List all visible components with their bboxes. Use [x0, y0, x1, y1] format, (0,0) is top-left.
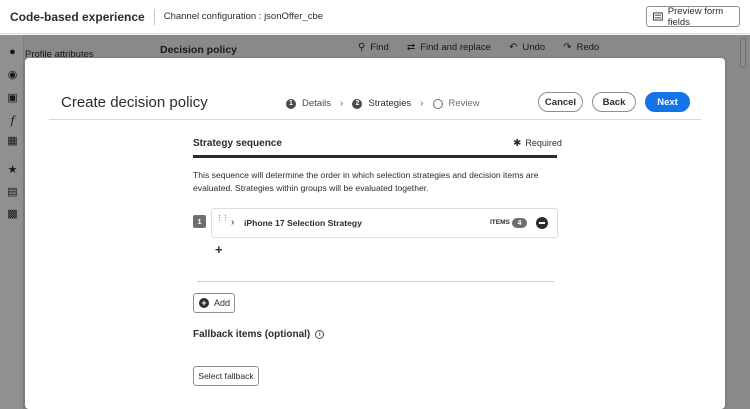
form-fields-icon	[653, 12, 663, 21]
section-underline	[193, 155, 557, 158]
add-button[interactable]: + Add	[193, 293, 235, 313]
strategy-sequence-title: Strategy sequence	[193, 138, 282, 149]
app-title: Code-based experience	[10, 9, 145, 24]
title-divider	[153, 8, 155, 25]
items-count-badge: 4	[512, 218, 527, 228]
chevron-right-icon: ›	[420, 98, 424, 109]
stepper: 1 Details › 2 Strategies › Review	[286, 98, 480, 109]
dialog-title: Create decision policy	[61, 94, 208, 111]
back-button[interactable]: Back	[592, 92, 636, 112]
header-divider	[49, 119, 701, 120]
step-label: Strategies	[368, 98, 412, 109]
add-label: Add	[214, 298, 231, 308]
add-circle-icon: +	[199, 298, 209, 308]
preview-form-fields-button[interactable]: Preview form fields	[646, 5, 740, 28]
channel-configuration: Channel configuration : jsonOffer_cbe	[163, 11, 324, 22]
required-indicator: ✱ Required	[513, 138, 562, 149]
step-strategies[interactable]: 2 Strategies	[352, 98, 411, 109]
fallback-items-label: Fallback items (optional)	[193, 329, 311, 340]
asterisk-icon: ✱	[513, 138, 522, 149]
fallback-items-title: Fallback items (optional) i	[193, 329, 325, 340]
select-fallback-button[interactable]: Select fallback	[193, 366, 259, 386]
step-number: 2	[352, 98, 363, 109]
info-icon[interactable]: i	[315, 330, 325, 339]
step-review[interactable]: Review	[432, 98, 480, 109]
expand-chevron-icon[interactable]: ›	[231, 217, 234, 228]
step-number: 1	[286, 98, 296, 109]
step-label: Details	[302, 98, 332, 109]
step-label: Review	[448, 98, 480, 109]
next-button[interactable]: Next	[645, 92, 690, 112]
remove-circle-icon[interactable]	[536, 217, 548, 229]
required-label: Required	[525, 138, 562, 148]
drag-handle-icon[interactable]: ⋮⋮	[216, 215, 229, 222]
strategy-card[interactable]: ⋮⋮ › iPhone 17 Selection Strategy ITEMS …	[211, 208, 558, 238]
preview-form-fields-label: Preview form fields	[667, 5, 724, 28]
sequence-divider	[197, 281, 554, 282]
strategy-name: iPhone 17 Selection Strategy	[244, 218, 362, 228]
sequence-description: This sequence will determine the order i…	[193, 170, 539, 193]
sequence-order-badge: 1	[193, 215, 206, 228]
step-details[interactable]: 1 Details	[286, 98, 331, 109]
chevron-right-icon: ›	[340, 98, 344, 109]
cancel-button[interactable]: Cancel	[538, 92, 583, 112]
create-decision-policy-dialog: Create decision policy 1 Details › 2 Str…	[25, 58, 725, 409]
top-bar: Code-based experience Channel configurat…	[0, 0, 750, 34]
add-strategy-plus-icon[interactable]: +	[215, 242, 223, 257]
items-label: ITEMS	[490, 219, 510, 226]
step-empty-circle-icon	[432, 98, 443, 109]
